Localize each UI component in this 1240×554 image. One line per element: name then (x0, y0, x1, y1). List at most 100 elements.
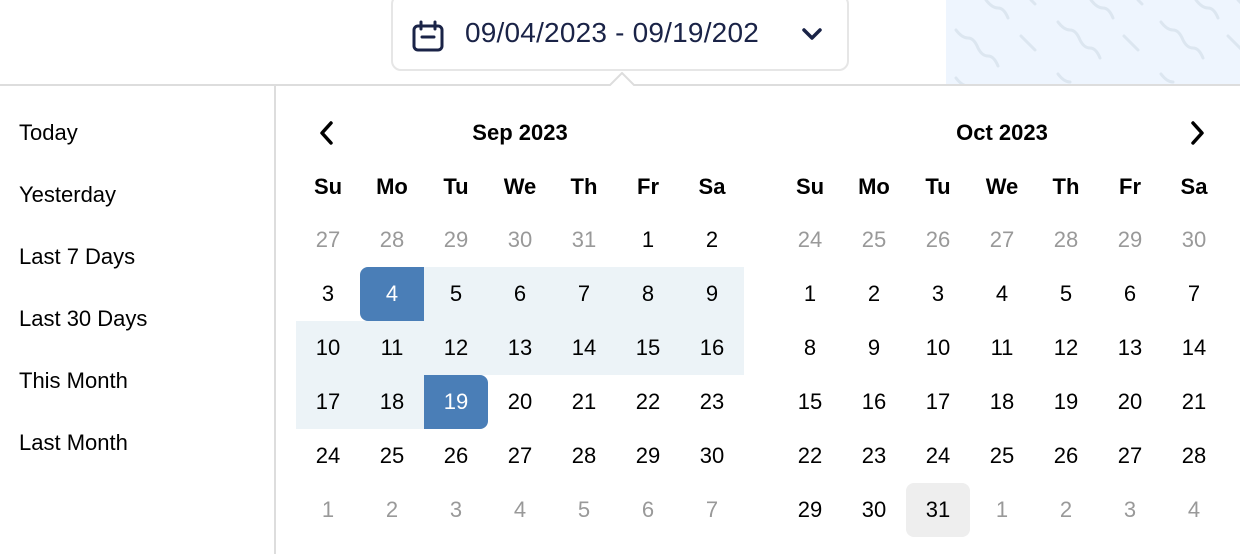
chevron-down-icon[interactable] (801, 26, 823, 42)
day-cell[interactable]: 23 (842, 429, 906, 483)
day-cell[interactable]: 30 (680, 429, 744, 483)
day-cell[interactable]: 1 (616, 213, 680, 267)
day-cell[interactable]: 31 (552, 213, 616, 267)
day-cell[interactable]: 29 (1098, 213, 1162, 267)
day-cell[interactable]: 24 (778, 213, 842, 267)
date-range-button[interactable]: 09/04/2023 - 09/19/202 (391, 0, 849, 71)
day-cell[interactable]: 25 (842, 213, 906, 267)
weekday-label: Fr (1119, 174, 1141, 199)
day-cell[interactable]: 3 (906, 267, 970, 321)
day-cell[interactable]: 21 (552, 375, 616, 429)
day-cell[interactable]: 26 (906, 213, 970, 267)
day-cell[interactable]: 12 (424, 321, 488, 375)
day-cell[interactable]: 6 (616, 483, 680, 537)
day-cell-range-end[interactable]: 19 (424, 375, 488, 429)
day-cell[interactable]: 2 (842, 267, 906, 321)
day-cell[interactable]: 30 (1162, 213, 1226, 267)
day-cell[interactable]: 30 (488, 213, 552, 267)
day-cell[interactable]: 14 (552, 321, 616, 375)
day-cell[interactable]: 4 (488, 483, 552, 537)
day-cell-today[interactable]: 31 (906, 483, 970, 537)
day-cell[interactable]: 28 (1034, 213, 1098, 267)
day-cell[interactable]: 22 (778, 429, 842, 483)
day-cell[interactable]: 26 (424, 429, 488, 483)
day-cell[interactable]: 4 (1162, 483, 1226, 537)
day-cell[interactable]: 13 (1098, 321, 1162, 375)
preset-yesterday[interactable]: Yesterday (19, 182, 116, 208)
day-cell[interactable]: 9 (842, 321, 906, 375)
day-cell[interactable]: 20 (1098, 375, 1162, 429)
day-cell[interactable]: 7 (680, 483, 744, 537)
day-cell[interactable]: 5 (552, 483, 616, 537)
day-cell[interactable]: 3 (424, 483, 488, 537)
preset-last-30-days[interactable]: Last 30 Days (19, 306, 147, 332)
day-cell[interactable]: 13 (488, 321, 552, 375)
day-cell[interactable]: 29 (616, 429, 680, 483)
day-cell[interactable]: 7 (1162, 267, 1226, 321)
day-cell[interactable]: 29 (778, 483, 842, 537)
day-cell[interactable]: 12 (1034, 321, 1098, 375)
weekday-label: Su (795, 174, 825, 199)
preset-this-month[interactable]: This Month (19, 368, 128, 394)
day-cell[interactable]: 17 (906, 375, 970, 429)
day-cell[interactable]: 21 (1162, 375, 1226, 429)
day-cell[interactable]: 30 (842, 483, 906, 537)
day-cell[interactable]: 27 (488, 429, 552, 483)
preset-list: Today Yesterday Last 7 Days Last 30 Days… (0, 86, 276, 554)
day-cell[interactable]: 4 (970, 267, 1034, 321)
weekday-label: Mo (376, 174, 408, 199)
day-cell[interactable]: 28 (360, 213, 424, 267)
day-cell[interactable]: 1 (778, 267, 842, 321)
day-cell[interactable]: 1 (970, 483, 1034, 537)
day-cell[interactable]: 10 (906, 321, 970, 375)
day-cell[interactable]: 10 (296, 321, 360, 375)
day-cell[interactable]: 26 (1034, 429, 1098, 483)
day-cell[interactable]: 28 (552, 429, 616, 483)
decorative-pattern (946, 0, 1240, 84)
day-cell[interactable]: 27 (296, 213, 360, 267)
day-cell[interactable]: 15 (778, 375, 842, 429)
day-cell[interactable]: 18 (970, 375, 1034, 429)
day-cell[interactable]: 8 (616, 267, 680, 321)
day-cell[interactable]: 20 (488, 375, 552, 429)
day-cell[interactable]: 28 (1162, 429, 1226, 483)
day-cell[interactable]: 2 (360, 483, 424, 537)
day-cell[interactable]: 14 (1162, 321, 1226, 375)
day-cell[interactable]: 17 (296, 375, 360, 429)
day-cell-range-start[interactable]: 4 (360, 267, 424, 321)
day-cell[interactable]: 25 (970, 429, 1034, 483)
day-cell[interactable]: 29 (424, 213, 488, 267)
day-cell[interactable]: 27 (1098, 429, 1162, 483)
day-cell[interactable]: 18 (360, 375, 424, 429)
day-cell[interactable]: 3 (1098, 483, 1162, 537)
day-cell[interactable]: 22 (616, 375, 680, 429)
day-cell[interactable]: 24 (906, 429, 970, 483)
day-cell[interactable]: 1 (296, 483, 360, 537)
day-cell[interactable]: 16 (842, 375, 906, 429)
day-cell[interactable]: 2 (1034, 483, 1098, 537)
chevron-right-icon[interactable] (1184, 120, 1210, 146)
date-range-text: 09/04/2023 - 09/19/202 (465, 17, 759, 48)
day-cell[interactable]: 6 (1098, 267, 1162, 321)
day-cell[interactable]: 5 (1034, 267, 1098, 321)
day-cell[interactable]: 9 (680, 267, 744, 321)
day-cell[interactable]: 23 (680, 375, 744, 429)
day-cell[interactable]: 27 (970, 213, 1034, 267)
day-cell[interactable]: 24 (296, 429, 360, 483)
day-cell[interactable]: 11 (360, 321, 424, 375)
day-cell[interactable]: 8 (778, 321, 842, 375)
day-cell[interactable]: 16 (680, 321, 744, 375)
preset-last-7-days[interactable]: Last 7 Days (19, 244, 135, 270)
day-cell[interactable]: 11 (970, 321, 1034, 375)
day-cell[interactable]: 5 (424, 267, 488, 321)
day-cell[interactable]: 19 (1034, 375, 1098, 429)
day-cell[interactable]: 3 (296, 267, 360, 321)
day-cell[interactable]: 6 (488, 267, 552, 321)
preset-last-month[interactable]: Last Month (19, 430, 128, 456)
month-title: Sep 2023 (472, 120, 568, 145)
day-cell[interactable]: 15 (616, 321, 680, 375)
day-cell[interactable]: 25 (360, 429, 424, 483)
day-cell[interactable]: 7 (552, 267, 616, 321)
preset-today[interactable]: Today (19, 120, 78, 146)
day-cell[interactable]: 2 (680, 213, 744, 267)
